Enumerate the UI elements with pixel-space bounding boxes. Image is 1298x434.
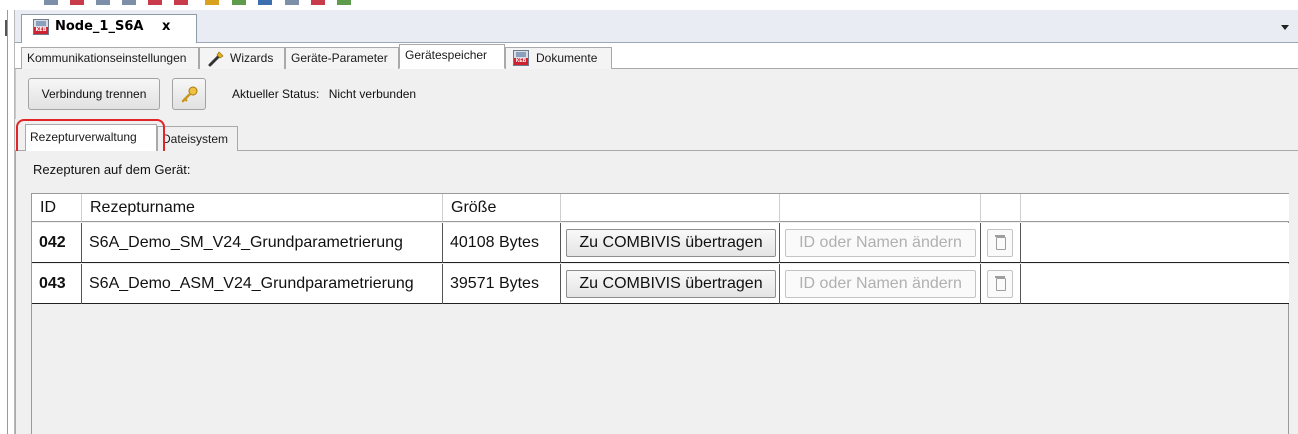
toolbar-icon[interactable] <box>232 0 246 5</box>
column-header-id[interactable]: ID <box>32 194 82 222</box>
cell-name: S6A_Demo_SM_V24_Grundparametrierung <box>82 223 443 263</box>
cell-name: S6A_Demo_ASM_V24_Grundparametrierung <box>82 264 443 304</box>
status-value: Nicht verbunden <box>328 87 417 101</box>
toolbar-icon[interactable] <box>122 0 136 5</box>
transfer-to-combivis-button[interactable]: Zu COMBIVIS übertragen <box>566 270 776 298</box>
connection-toolbar <box>15 69 1298 119</box>
column-header-transfer <box>561 194 780 222</box>
close-icon[interactable]: x <box>162 19 170 34</box>
tab-geraete-parameter[interactable]: Geräte-Parameter <box>285 47 399 69</box>
transfer-to-combivis-button[interactable]: Zu COMBIVIS übertragen <box>566 229 776 257</box>
cell-size: 39571 Bytes <box>443 264 561 304</box>
document-tab-bar <box>15 10 1298 43</box>
tab-label: Wizards <box>230 51 274 65</box>
document-tab-title: Node_1_S6A <box>55 19 144 34</box>
disconnect-button[interactable]: Verbindung trennen <box>28 78 160 110</box>
key-icon <box>181 86 198 103</box>
rename-button[interactable]: ID oder Namen ändern <box>785 229 976 257</box>
tab-label: Dokumente <box>536 51 598 65</box>
column-header-label: ID <box>40 199 56 216</box>
panel-heading: Rezepturen auf dem Gerät: <box>33 162 191 177</box>
toolbar-icon[interactable] <box>96 0 110 5</box>
cell-id: 043 <box>32 264 82 304</box>
tab-label: Dateisystem <box>162 132 229 146</box>
toolbar-icon[interactable] <box>148 0 162 5</box>
toolbar-icon[interactable] <box>311 0 325 5</box>
trash-icon <box>996 278 1006 291</box>
trash-icon <box>996 237 1006 250</box>
cell-size: 40108 Bytes <box>443 223 561 263</box>
rename-button[interactable]: ID oder Namen ändern <box>785 270 976 298</box>
toolbar-icon[interactable] <box>258 0 272 5</box>
tab-kommunikationseinstellungen[interactable]: Kommunikationseinstellungen <box>21 47 199 69</box>
toolbar-icon[interactable] <box>337 0 351 5</box>
column-header-name[interactable]: Rezepturname <box>82 194 443 222</box>
status-caption: Aktueller Status: <box>232 87 320 101</box>
toolbar-icon[interactable] <box>205 0 219 5</box>
tab-label: Kommunikationseinstellungen <box>27 51 187 65</box>
splitter-handle[interactable] <box>5 20 11 36</box>
tab-label: Gerätespeicher <box>405 48 488 62</box>
key-button[interactable] <box>172 78 206 110</box>
column-header-rename <box>780 194 981 222</box>
tab-geraetespeicher[interactable]: Gerätespeicher <box>399 44 505 69</box>
cell-id: 042 <box>32 223 82 263</box>
delete-button[interactable] <box>987 229 1013 257</box>
tab-wizards[interactable]: Wizards <box>199 47 285 69</box>
toolbar-icon[interactable] <box>70 0 84 5</box>
dropdown-arrow-icon[interactable] <box>1281 25 1289 30</box>
toolbar-icon[interactable] <box>174 0 188 5</box>
column-header-label: Rezepturname <box>90 199 195 216</box>
delete-button[interactable] <box>987 270 1013 298</box>
tab-dateisystem[interactable]: Dateisystem <box>157 126 238 151</box>
column-header-filler <box>1021 194 1289 222</box>
toolbar-icon[interactable] <box>285 0 299 5</box>
toolbar-icon[interactable] <box>44 0 58 5</box>
column-header-label: Größe <box>451 199 497 216</box>
tab-dokumente[interactable]: KEB Dokumente <box>505 47 612 69</box>
top-toolbar <box>0 0 1298 10</box>
wand-icon <box>208 51 224 67</box>
splitter-line <box>7 10 8 434</box>
column-header-size[interactable]: Größe <box>443 194 561 222</box>
connection-status: Aktueller Status: Nicht verbunden <box>232 87 416 101</box>
disconnect-label: Verbindung trennen <box>41 87 147 101</box>
column-header-delete <box>981 194 1021 222</box>
keb-document-icon: KEB <box>513 50 529 66</box>
keb-document-icon: KEB <box>33 19 49 35</box>
tab-label: Geräte-Parameter <box>291 51 388 65</box>
